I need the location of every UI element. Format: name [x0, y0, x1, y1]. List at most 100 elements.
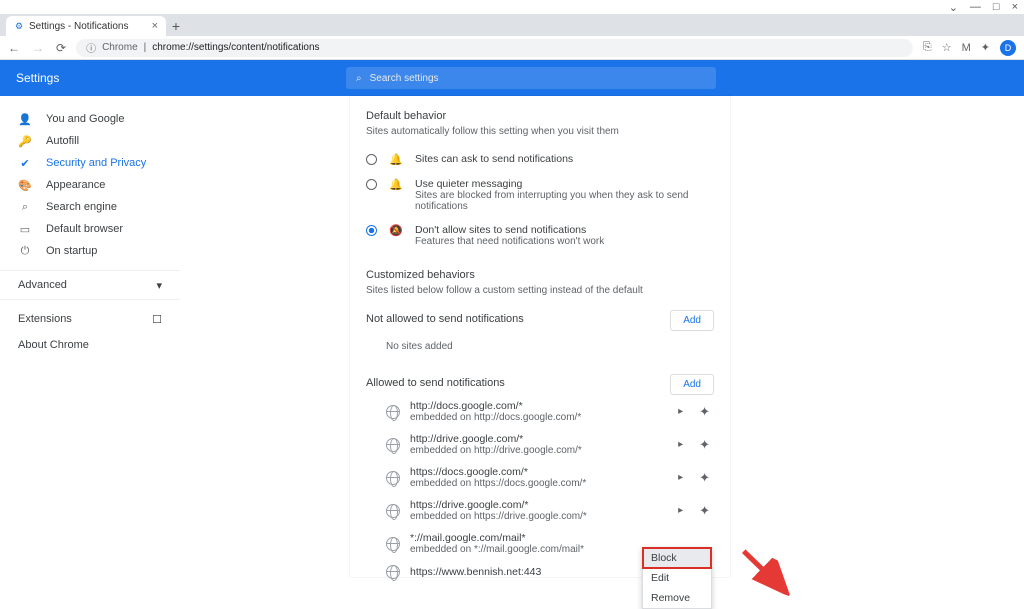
close-window-button[interactable]: × — [1012, 1, 1018, 13]
site-embedded: embedded on https://docs.google.com/* — [410, 478, 586, 489]
palette-icon: 🎨 — [18, 179, 32, 192]
extensions-label: Extensions — [18, 313, 72, 325]
tab-close-icon[interactable]: × — [152, 20, 158, 32]
site-url: http://docs.google.com/* — [410, 400, 581, 412]
radio-quieter-messaging[interactable]: 🔔 Use quieter messagingSites are blocked… — [366, 172, 714, 218]
chevron-right-icon[interactable]: ▸ — [678, 505, 683, 516]
no-sites-text: No sites added — [366, 331, 714, 360]
site-row[interactable]: https://docs.google.com/*embedded on htt… — [366, 461, 714, 494]
search-placeholder: Search settings — [370, 73, 439, 84]
menu-item-block[interactable]: Block — [643, 548, 711, 568]
sidebar-item-search-engine[interactable]: ⌕Search engine — [0, 196, 180, 218]
mail-icon[interactable]: M — [962, 42, 971, 54]
settings-sidebar: 👤You and Google 🔑Autofill ✔Security and … — [0, 96, 180, 577]
globe-icon — [386, 537, 400, 551]
chevron-down-icon: ▾ — [156, 279, 162, 292]
site-url: *://mail.google.com/mail* — [410, 532, 584, 544]
site-info-icon[interactable]: ⓘ — [86, 40, 96, 55]
site-row[interactable]: http://drive.google.com/*embedded on htt… — [366, 428, 714, 461]
customized-heading: Customized behaviors — [366, 269, 714, 281]
allowed-heading: Allowed to send notifications — [366, 377, 505, 389]
sidebar-item-you-and-google[interactable]: 👤You and Google — [0, 108, 180, 130]
radio-label: Use quieter messaging — [415, 178, 714, 190]
site-embedded: embedded on http://drive.google.com/* — [410, 445, 582, 456]
radio-sublabel: Sites are blocked from interrupting you … — [415, 190, 714, 212]
sidebar-item-label: Default browser — [46, 223, 123, 235]
profile-avatar[interactable]: D — [1000, 40, 1016, 56]
new-tab-button[interactable]: + — [166, 16, 186, 36]
sidebar-item-label: Security and Privacy — [46, 157, 146, 169]
settings-header: Settings ⌕ Search settings — [0, 60, 1024, 96]
radio-sublabel: Features that need notifications won't w… — [415, 236, 604, 247]
site-url: https://drive.google.com/* — [410, 499, 587, 511]
sidebar-item-appearance[interactable]: 🎨Appearance — [0, 174, 180, 196]
site-row[interactable]: https://drive.google.com/*embedded on ht… — [366, 494, 714, 527]
key-icon: 🔑 — [18, 135, 32, 148]
site-url: http://drive.google.com/* — [410, 433, 582, 445]
radio-icon[interactable] — [366, 179, 377, 190]
minimize-button[interactable]: — — [970, 1, 981, 13]
window-titlebar: ⌄ — □ × — [0, 0, 1024, 14]
sidebar-about-chrome[interactable]: About Chrome — [0, 334, 180, 356]
radio-icon[interactable] — [366, 154, 377, 165]
maximize-button[interactable]: □ — [993, 1, 1000, 13]
url-text: chrome://settings/content/notifications — [152, 42, 319, 53]
bell-off-icon: 🔕 — [389, 224, 403, 237]
browser-tab[interactable]: ⚙ Settings - Notifications × — [6, 16, 166, 36]
about-label: About Chrome — [18, 339, 89, 351]
tab-strip: ⚙ Settings - Notifications × + — [0, 14, 1024, 36]
chevron-down-icon[interactable]: ⌄ — [949, 1, 958, 14]
default-behavior-sub: Sites automatically follow this setting … — [366, 126, 714, 137]
site-embedded: embedded on https://drive.google.com/* — [410, 511, 587, 522]
radio-dont-allow[interactable]: 🔕 Don't allow sites to send notification… — [366, 218, 714, 253]
extension-icon[interactable]: ✦ — [699, 503, 710, 519]
star-icon[interactable]: ☆ — [942, 41, 952, 54]
search-icon: ⌕ — [18, 201, 32, 214]
power-icon: ⏻ — [18, 245, 32, 258]
back-button[interactable]: ← — [8, 41, 20, 55]
site-embedded: embedded on *://mail.google.com/mail* — [410, 544, 584, 555]
url-field[interactable]: ⓘ Chrome | chrome://settings/content/not… — [76, 39, 913, 57]
chevron-right-icon[interactable]: ▸ — [678, 406, 683, 417]
globe-icon — [386, 438, 400, 452]
not-allowed-heading: Not allowed to send notifications — [366, 313, 524, 325]
tab-title: Settings - Notifications — [29, 21, 129, 32]
open-icon: ☐ — [152, 313, 162, 326]
sidebar-item-label: On startup — [46, 245, 97, 257]
menu-item-edit[interactable]: Edit — [643, 568, 711, 588]
main-content: 👤You and Google 🔑Autofill ✔Security and … — [0, 96, 1024, 577]
extension-icon[interactable]: ✦ — [699, 437, 710, 453]
settings-favicon-icon: ⚙ — [14, 21, 24, 31]
extension-icon[interactable]: ✦ — [699, 470, 710, 486]
share-icon[interactable]: ⎘ — [923, 41, 932, 54]
sidebar-item-default-browser[interactable]: ▭ Default browser — [0, 218, 180, 240]
browser-icon: ▭ — [18, 223, 32, 236]
sidebar-extensions-link[interactable]: Extensions ☐ — [0, 306, 180, 332]
site-url: https://www.bennish.net:443 — [410, 566, 541, 578]
sidebar-advanced-toggle[interactable]: Advanced▾ — [0, 270, 180, 300]
default-behavior-heading: Default behavior — [366, 110, 714, 122]
search-settings-input[interactable]: ⌕ Search settings — [346, 67, 716, 89]
extension-icon[interactable]: ✦ — [699, 404, 710, 420]
sidebar-item-on-startup[interactable]: ⏻ On startup — [0, 240, 180, 262]
globe-icon — [386, 504, 400, 518]
radio-sites-can-ask[interactable]: 🔔 Sites can ask to send notifications — [366, 147, 714, 172]
reload-button[interactable]: ⟳ — [56, 41, 66, 55]
add-allowed-button[interactable]: Add — [670, 374, 714, 395]
radio-label: Don't allow sites to send notifications — [415, 224, 604, 236]
sidebar-item-autofill[interactable]: 🔑Autofill — [0, 130, 180, 152]
forward-button[interactable]: → — [32, 41, 44, 55]
address-bar: ← → ⟳ ⓘ Chrome | chrome://settings/conte… — [0, 36, 1024, 60]
add-not-allowed-button[interactable]: Add — [670, 310, 714, 331]
chevron-right-icon[interactable]: ▸ — [678, 472, 683, 483]
radio-label: Sites can ask to send notifications — [415, 153, 573, 165]
menu-item-remove[interactable]: Remove — [643, 588, 711, 608]
sidebar-item-security[interactable]: ✔Security and Privacy — [0, 152, 180, 174]
extensions-icon[interactable]: ✦ — [981, 41, 990, 54]
radio-icon[interactable] — [366, 225, 377, 236]
chevron-right-icon[interactable]: ▸ — [678, 439, 683, 450]
site-context-menu: Block Edit Remove — [642, 547, 712, 609]
site-row[interactable]: http://docs.google.com/*embedded on http… — [366, 395, 714, 428]
site-embedded: embedded on http://docs.google.com/* — [410, 412, 581, 423]
bell-icon: 🔔 — [389, 178, 403, 191]
